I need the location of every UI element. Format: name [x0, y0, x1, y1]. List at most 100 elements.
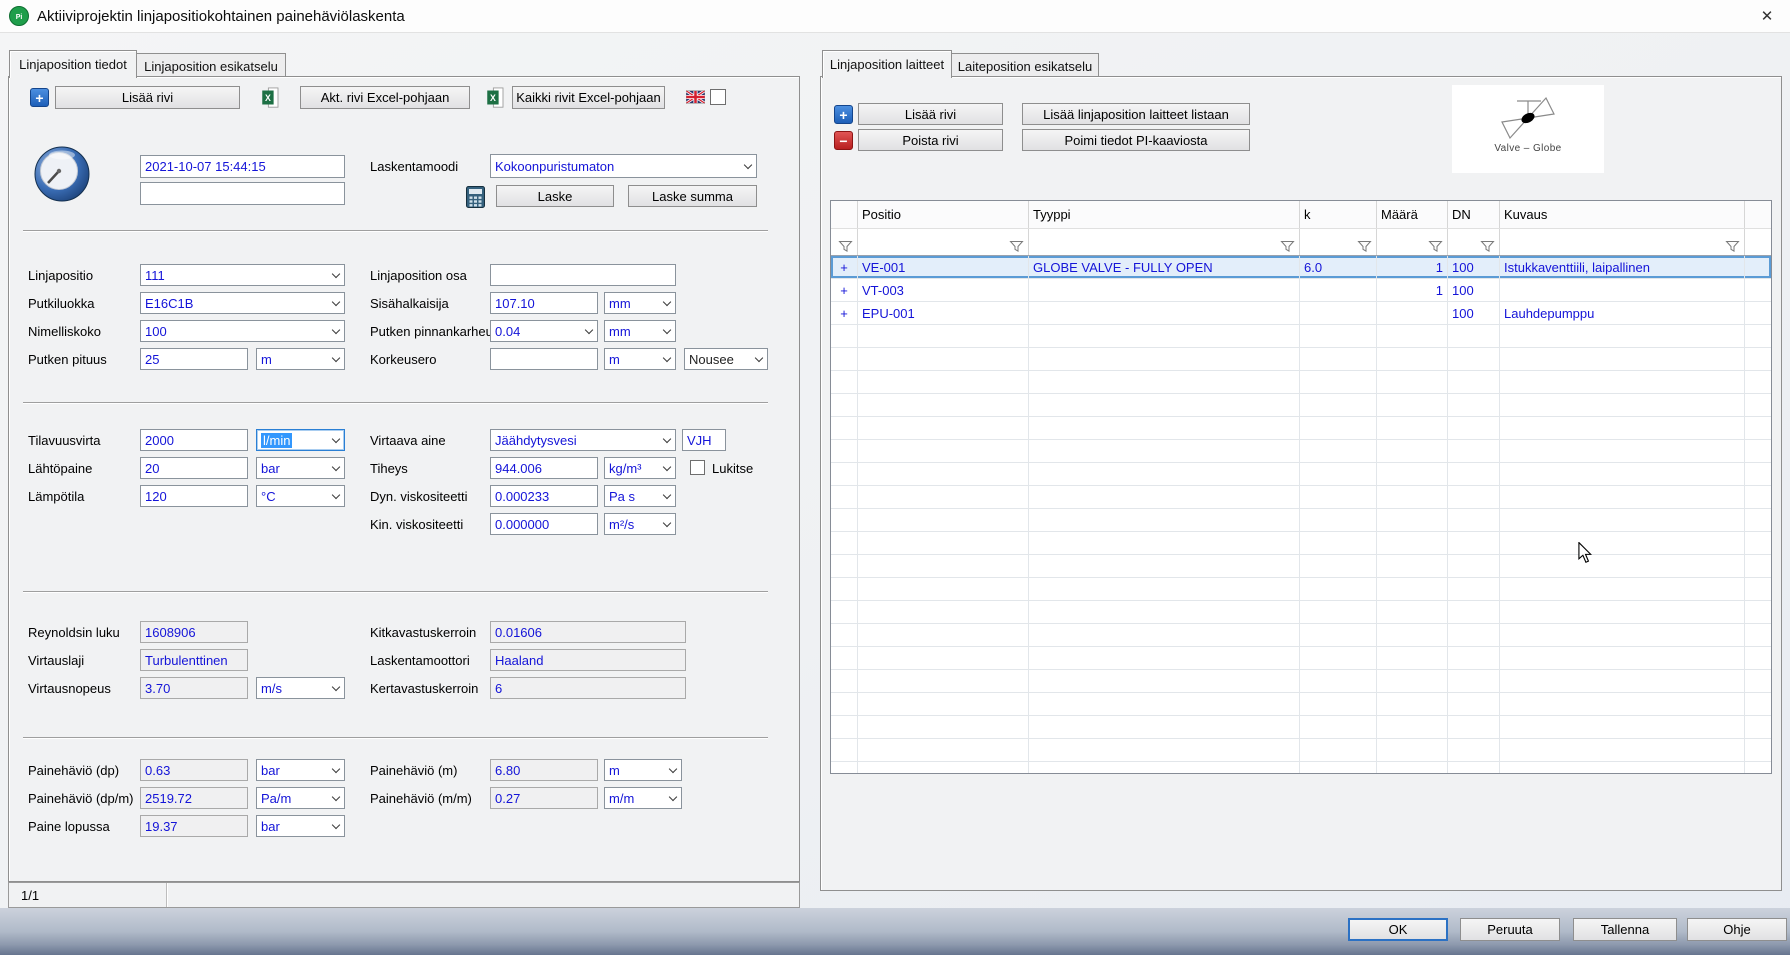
filter-cell[interactable]: [1448, 229, 1500, 255]
filter-cell[interactable]: [858, 229, 1029, 255]
active-row-to-excel-button[interactable]: Akt. rivi Excel-pohjaan: [300, 86, 470, 109]
expand-cell[interactable]: [831, 601, 858, 623]
timestamp-field[interactable]: 2021-10-07 15:44:15: [140, 155, 345, 178]
add-devices-to-list-button[interactable]: Lisää linjaposition laitteet listaan: [1022, 103, 1250, 125]
table-empty-row[interactable]: [831, 463, 1771, 486]
korkeusero-direction-combo[interactable]: Nousee: [684, 348, 768, 370]
filter-cell[interactable]: [831, 229, 858, 255]
device-delete-row-button[interactable]: Poista rivi: [858, 129, 1003, 151]
filter-funnel-icon[interactable]: [1725, 240, 1740, 253]
expand-cell[interactable]: [831, 578, 858, 600]
all-rows-to-excel-button[interactable]: Kaikki rivit Excel-pohjaan: [512, 86, 665, 109]
korkeusero-unit-combo[interactable]: m: [604, 348, 676, 370]
lampotila-input[interactable]: 120: [140, 485, 248, 507]
tab-laiteposition-esikatselu[interactable]: Laiteposition esikatselu: [951, 53, 1099, 78]
expand-cell[interactable]: [831, 555, 858, 577]
expand-cell[interactable]: [831, 762, 858, 774]
virtausnopeus-unit-combo[interactable]: m/s: [256, 677, 345, 699]
table-empty-row[interactable]: [831, 693, 1771, 716]
table-empty-row[interactable]: [831, 532, 1771, 555]
table-empty-row[interactable]: [831, 555, 1771, 578]
lukitse-checkbox[interactable]: [690, 460, 705, 475]
close-button[interactable]: ✕: [1752, 0, 1782, 31]
expand-cell[interactable]: [831, 716, 858, 738]
table-empty-row[interactable]: [831, 670, 1771, 693]
nimelliskoko-combo[interactable]: 100: [140, 320, 345, 342]
expand-cell[interactable]: [831, 486, 858, 508]
table-empty-row[interactable]: [831, 739, 1771, 762]
table-empty-row[interactable]: [831, 325, 1771, 348]
lahtopaine-input[interactable]: 20: [140, 457, 248, 479]
expand-cell[interactable]: +: [831, 256, 858, 278]
tab-linjaposition-laitteet[interactable]: Linjaposition laitteet: [822, 50, 952, 78]
filter-cell[interactable]: [1300, 229, 1377, 255]
putken-pituus-input[interactable]: 25: [140, 348, 248, 370]
filter-cell[interactable]: [1377, 229, 1448, 255]
filter-funnel-icon[interactable]: [1280, 240, 1295, 253]
expand-cell[interactable]: [831, 371, 858, 393]
filter-cell[interactable]: [1029, 229, 1300, 255]
table-row[interactable]: +EPU-001100Lauhdepumppu: [831, 302, 1771, 325]
tilavuusvirta-unit-combo[interactable]: l/min: [256, 429, 345, 451]
expand-cell[interactable]: [831, 463, 858, 485]
save-button[interactable]: Tallenna: [1573, 918, 1677, 941]
putken-pinnankarheus-unit-combo[interactable]: mm: [604, 320, 676, 342]
filter-funnel-icon[interactable]: [1357, 240, 1372, 253]
expand-cell[interactable]: +: [831, 279, 858, 301]
paine-lopussa-unit-combo[interactable]: bar: [256, 815, 345, 837]
header-maara[interactable]: Määrä: [1377, 201, 1448, 228]
painehavio-dpm-unit-combo[interactable]: Pa/m: [256, 787, 345, 809]
header-dn[interactable]: DN: [1448, 201, 1500, 228]
filter-funnel-icon[interactable]: [838, 240, 853, 253]
expand-cell[interactable]: [831, 693, 858, 715]
table-row[interactable]: +VE-001GLOBE VALVE - FULLY OPEN6.01100Is…: [831, 256, 1771, 279]
lahtopaine-unit-combo[interactable]: bar: [256, 457, 345, 479]
table-empty-row[interactable]: [831, 371, 1771, 394]
header-k[interactable]: k: [1300, 201, 1377, 228]
laske-button[interactable]: Laske: [496, 185, 614, 207]
table-empty-row[interactable]: [831, 509, 1771, 532]
tiheys-input[interactable]: 944.006: [490, 457, 598, 479]
laske-summa-button[interactable]: Laske summa: [628, 185, 757, 207]
aine-koodi-field[interactable]: VJH: [682, 429, 726, 451]
header-positio[interactable]: Positio: [858, 201, 1029, 228]
table-empty-row[interactable]: [831, 647, 1771, 670]
sisahalkaisija-input[interactable]: 107.10: [490, 292, 598, 314]
laskentamoodi-combo[interactable]: Kokoonpuristumaton: [490, 154, 757, 178]
filter-funnel-icon[interactable]: [1428, 240, 1443, 253]
filter-funnel-icon[interactable]: [1009, 240, 1024, 253]
expand-cell[interactable]: [831, 394, 858, 416]
expand-cell[interactable]: [831, 440, 858, 462]
painehavio-dp-unit-combo[interactable]: bar: [256, 759, 345, 781]
expand-cell[interactable]: [831, 647, 858, 669]
filter-cell[interactable]: [1500, 229, 1745, 255]
tiheys-unit-combo[interactable]: kg/m³: [604, 457, 676, 479]
kin-viskositeetti-input[interactable]: 0.000000: [490, 513, 598, 535]
header-tyyppi[interactable]: Tyyppi: [1029, 201, 1300, 228]
expand-cell[interactable]: [831, 624, 858, 646]
painehavio-mm-unit-combo[interactable]: m/m: [604, 787, 682, 809]
expand-cell[interactable]: [831, 532, 858, 554]
painehavio-m-unit-combo[interactable]: m: [604, 759, 682, 781]
linjaposition-osa-input[interactable]: [490, 264, 676, 286]
add-row-button[interactable]: Lisää rivi: [55, 86, 240, 109]
dyn-viskositeetti-input[interactable]: 0.000233: [490, 485, 598, 507]
expand-cell[interactable]: [831, 670, 858, 692]
putkiluokka-combo[interactable]: E16C1B: [140, 292, 345, 314]
table-empty-row[interactable]: [831, 348, 1771, 371]
table-empty-row[interactable]: [831, 624, 1771, 647]
tab-linjaposition-esikatselu[interactable]: Linjaposition esikatselu: [136, 53, 286, 78]
pick-from-pi-diagram-button[interactable]: Poimi tiedot PI-kaaviosta: [1022, 129, 1250, 151]
korkeusero-input[interactable]: [490, 348, 598, 370]
kin-viskositeetti-unit-combo[interactable]: m²/s: [604, 513, 676, 535]
table-empty-row[interactable]: [831, 417, 1771, 440]
table-empty-row[interactable]: [831, 762, 1771, 774]
linjapositio-combo[interactable]: 111: [140, 264, 345, 286]
table-empty-row[interactable]: [831, 440, 1771, 463]
expand-cell[interactable]: [831, 325, 858, 347]
help-button[interactable]: Ohje: [1687, 918, 1787, 941]
uk-flag-icon[interactable]: [686, 90, 705, 104]
filter-funnel-icon[interactable]: [1480, 240, 1495, 253]
expand-cell[interactable]: [831, 509, 858, 531]
putken-pituus-unit-combo[interactable]: m: [256, 348, 345, 370]
